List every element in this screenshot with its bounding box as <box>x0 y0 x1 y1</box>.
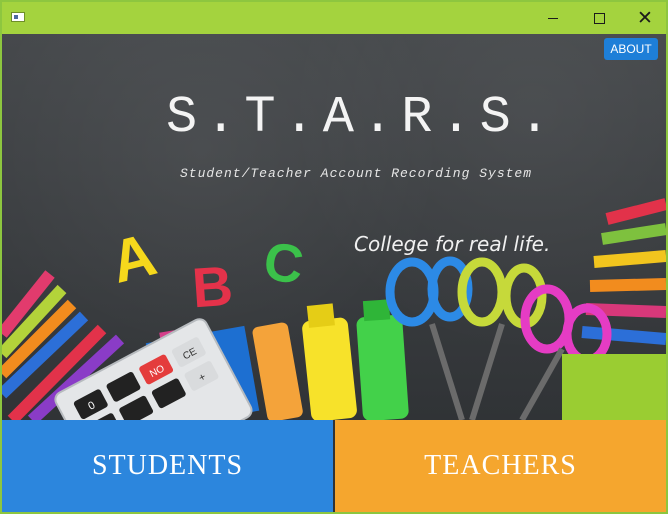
colored-pencils-right <box>581 198 666 345</box>
role-selection: STUDENTS TEACHERS <box>2 420 666 512</box>
students-button[interactable]: STUDENTS <box>2 420 335 512</box>
close-button[interactable]: ✕ <box>622 2 668 34</box>
app-icon <box>11 12 25 22</box>
teachers-button[interactable]: TEACHERS <box>335 420 666 512</box>
minimize-button[interactable] <box>530 2 576 34</box>
hero-banner: A B C 0 NO CE + ABOUT S.T.A.R.S. Student… <box>2 34 666 420</box>
notebook-right <box>562 354 666 420</box>
app-subtitle: Student/Teacher Account Recording System <box>179 166 533 181</box>
app-title: S.T.A.R.S. <box>165 88 559 147</box>
letter-b: B <box>190 254 235 320</box>
tagline: College for real life. <box>354 232 551 256</box>
about-button[interactable]: ABOUT <box>604 38 658 60</box>
app-window: ✕ A B C 0 NO CE + ABOUT S.T.A.R.S. Stude… <box>0 0 668 514</box>
maximize-icon <box>593 12 605 24</box>
minimize-icon <box>548 17 558 19</box>
title-bar[interactable]: ✕ <box>2 2 666 34</box>
close-icon: ✕ <box>637 6 653 29</box>
maximize-button[interactable] <box>576 2 622 34</box>
letter-c: C <box>260 231 307 296</box>
letter-a: A <box>104 220 162 295</box>
highlighters <box>252 299 409 420</box>
